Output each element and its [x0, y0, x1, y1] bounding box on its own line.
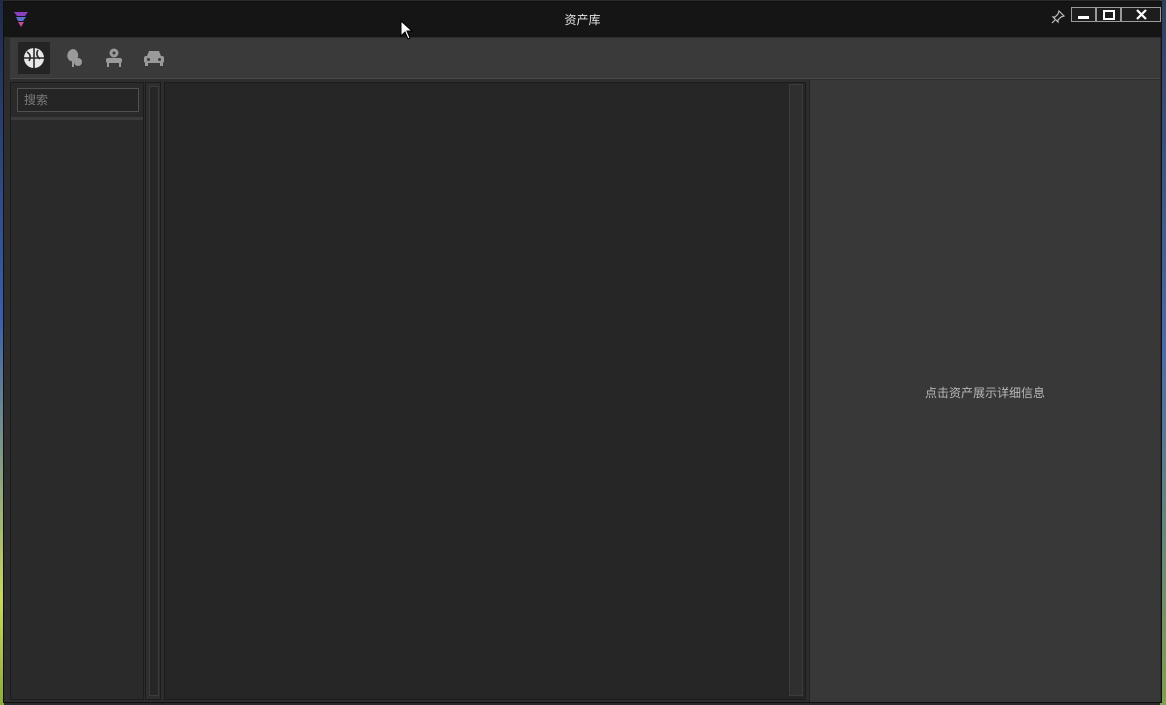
close-button[interactable] — [1121, 7, 1161, 22]
search-input[interactable] — [17, 88, 139, 112]
category-sidebar — [10, 82, 144, 700]
asset-grid[interactable] — [164, 82, 806, 700]
detail-hint-text: 点击资产展示详细信息 — [924, 386, 1045, 400]
close-icon — [1135, 9, 1147, 20]
asset-library-window: 资产库 搜索 点击资产展示详细信息 — [3, 1, 1162, 703]
armchair-icon — [106, 48, 122, 67]
tree-icon — [67, 49, 82, 67]
maximize-icon — [1102, 9, 1115, 20]
tab-furniture[interactable] — [98, 42, 130, 74]
sidebar-divider — [11, 117, 143, 120]
sidebar-scrollbar-track[interactable] — [149, 86, 159, 696]
car-icon — [144, 51, 164, 66]
asset-grid-scrollbar[interactable] — [789, 84, 803, 696]
minimize-icon — [1078, 16, 1089, 19]
tab-plants[interactable] — [58, 42, 90, 74]
pin-icon[interactable] — [1050, 9, 1066, 25]
mouse-cursor-icon — [400, 20, 414, 40]
maximize-button[interactable] — [1096, 7, 1121, 22]
sidebar-scrollbar[interactable] — [145, 82, 161, 700]
asset-detail-panel: 点击资产展示详细信息 — [809, 80, 1160, 702]
category-toolbar — [10, 38, 1160, 79]
tab-all-assets[interactable] — [18, 42, 50, 74]
minimize-button[interactable] — [1071, 7, 1096, 22]
window-title: 资产库 — [564, 13, 601, 27]
globe-icon — [24, 48, 44, 68]
title-bar[interactable]: 资产库 — [4, 2, 1161, 37]
tab-vehicles[interactable] — [138, 42, 170, 74]
